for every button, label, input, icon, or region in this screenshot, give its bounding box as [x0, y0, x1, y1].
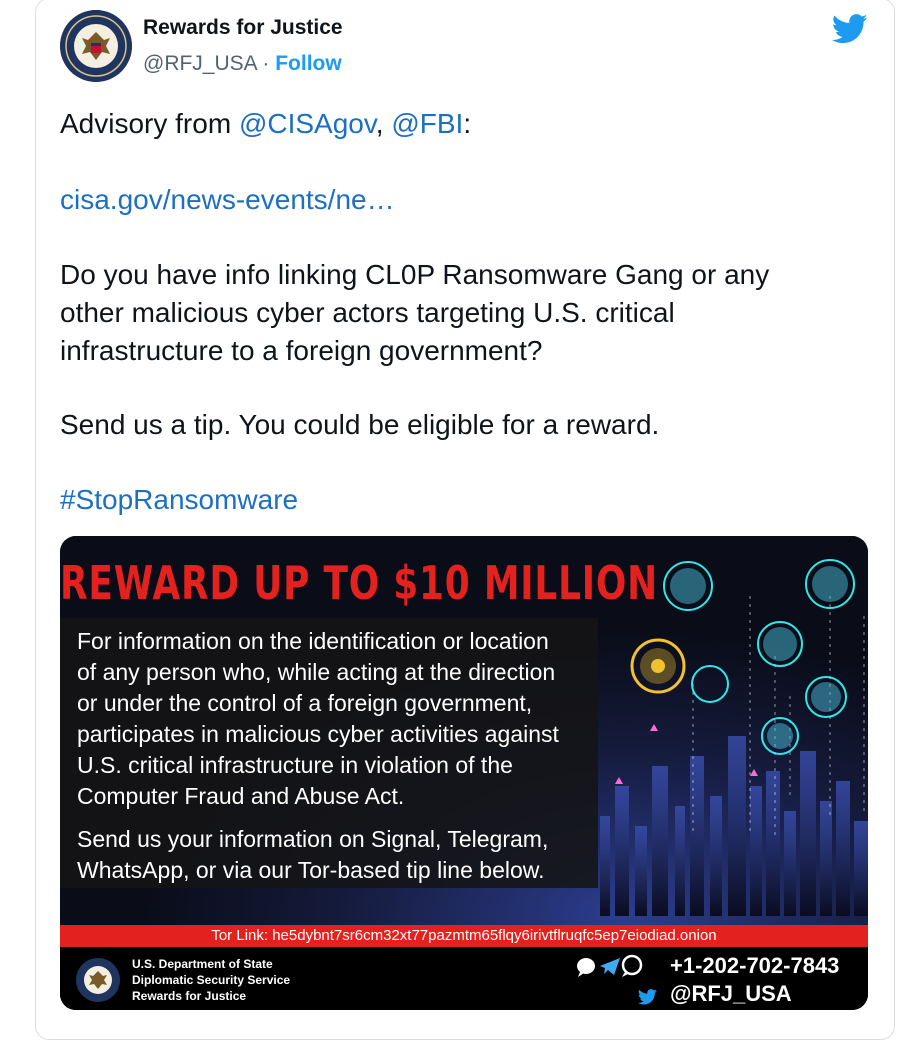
handle[interactable]: @RFJ_USA [143, 52, 257, 75]
telegram-icon [600, 958, 620, 975]
tweet-para2-line3: infrastructure to a foreign government? [60, 335, 543, 366]
info-line: of any person who, while acting at the d… [77, 659, 556, 685]
info-line: U.S. critical infrastructure in violatio… [77, 752, 513, 778]
twitter-bird-small-icon [637, 989, 657, 1005]
comma: , [375, 108, 392, 139]
follow-button[interactable]: Follow [275, 52, 342, 75]
advisory-prefix: Advisory from [60, 108, 239, 139]
mention-fbi[interactable]: @FBI [391, 108, 463, 139]
tor-link-bar: Tor Link: he5dybnt7sr6cm32xt77pazmtm65fl… [60, 925, 868, 947]
send-line: Send us your information on Signal, Tele… [77, 826, 549, 852]
twitter-bird-icon[interactable] [832, 14, 868, 44]
tweet-line-advisory: Advisory from @CISAgov, @FBI: [60, 105, 471, 143]
colon: : [463, 108, 472, 139]
info-line: participates in malicious cyber activiti… [77, 721, 559, 747]
messaging-icons [577, 954, 657, 1005]
info-line: Computer Fraud and Abuse Act. [77, 783, 405, 809]
dept-line: Rewards for Justice [132, 989, 247, 1003]
tip-phone-number: +1-202-702-7843 [670, 953, 840, 978]
state-department-seal-icon[interactable] [60, 10, 132, 82]
poster-twitter-handle: @RFJ_USA [670, 981, 792, 1006]
cisa-link[interactable]: cisa.gov/news-events/ne… [60, 181, 395, 219]
reward-poster-image[interactable]: REWARD UP TO $10 MILLION For information… [60, 536, 868, 1010]
dept-line: U.S. Department of State [132, 957, 273, 971]
hashtag-stopransomware[interactable]: #StopRansomware [60, 481, 298, 519]
info-line: or under the control of a foreign govern… [77, 690, 533, 716]
tweet-para2-line1: Do you have info linking CL0P Ransomware… [60, 259, 770, 290]
tweet-para3: Send us a tip. You could be eligible for… [60, 409, 660, 440]
send-line: WhatsApp, or via our Tor-based tip line … [77, 857, 545, 883]
state-department-seal-small-icon [76, 958, 120, 1002]
tweet-para2-line2: other malicious cyber actors targeting U… [60, 297, 675, 328]
display-name[interactable]: Rewards for Justice [143, 16, 343, 40]
mention-cisagov[interactable]: @CISAgov [239, 108, 376, 139]
info-line: For information on the identification or… [77, 628, 549, 654]
poster-footer: U.S. Department of State Diplomatic Secu… [60, 947, 868, 1010]
whatsapp-icon [621, 954, 643, 977]
separator: · [262, 52, 270, 75]
dept-line: Diplomatic Security Service [132, 973, 291, 987]
reward-headline: REWARD UP TO $10 MILLION [60, 556, 658, 610]
signal-icon [577, 958, 595, 977]
department-text: U.S. Department of State Diplomatic Secu… [132, 956, 290, 1004]
handle-line: @RFJ_USA · Follow [143, 52, 342, 76]
info-text: For information on the identification or… [77, 626, 597, 886]
